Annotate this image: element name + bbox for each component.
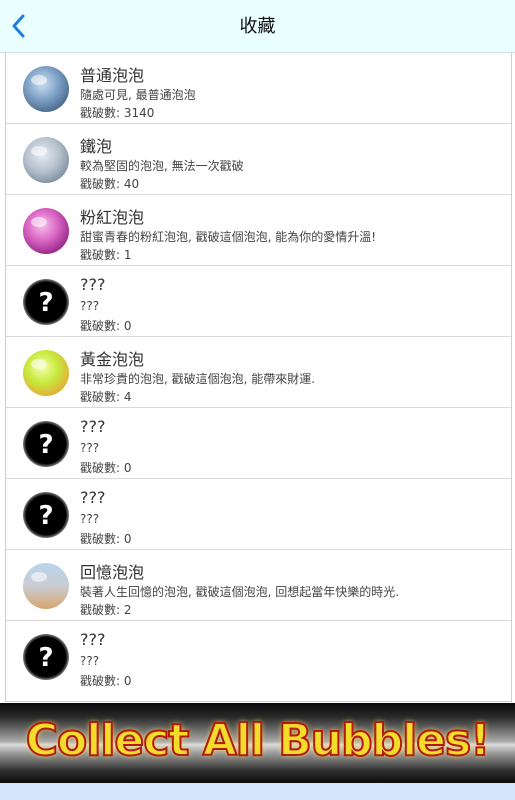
- bubble-description: 較為堅固的泡泡, 無法一次戳破: [80, 159, 244, 173]
- unknown-bubble-icon: ?: [22, 633, 70, 681]
- pop-count: 戳破數: 40: [80, 177, 140, 191]
- bubble-description: ???: [80, 512, 100, 526]
- list-item[interactable]: 粉紅泡泡甜蜜青春的粉紅泡泡, 戳破這個泡泡, 能為你的愛情升溫! 戳破數: 1: [6, 195, 511, 266]
- list-item[interactable]: ??????? 戳破數: 0: [6, 479, 511, 550]
- bubble-description: 甜蜜青春的粉紅泡泡, 戳破這個泡泡, 能為你的愛情升溫!: [80, 230, 377, 244]
- memory-bubble-icon: [22, 562, 70, 610]
- bubble-name: 普通泡泡: [80, 66, 145, 85]
- bubble-name: ???: [80, 417, 106, 436]
- page-title: 收藏: [239, 16, 276, 37]
- collection-list[interactable]: 普通泡泡 隨處可見, 最普通泡泡 戳破數: 3140 鐵泡 較為堅固的泡泡, 無法一次戳…: [5, 53, 512, 702]
- bubble-name: ???: [80, 630, 106, 649]
- pink-bubble-icon: [22, 207, 70, 255]
- bubble-name: 黃金泡泡: [80, 350, 145, 369]
- list-item[interactable]: ??????? 戳破數: 0: [6, 266, 511, 337]
- pop-count: 戳破數: 3140: [80, 106, 155, 120]
- question-mark-glyph: ?: [38, 430, 53, 460]
- pop-count: 戳破數: 0: [80, 532, 132, 546]
- pop-count: 戳破數: 0: [80, 319, 132, 333]
- banner-text: Collect All Bubbles!: [25, 714, 492, 767]
- golden-bubble-icon: [22, 349, 70, 397]
- pop-count: 戳破數: 2: [80, 603, 132, 617]
- list-item[interactable]: 鐵泡較為堅固的泡泡, 無法一次戳破 戳破數: 40: [6, 124, 511, 195]
- bubble-name: ???: [80, 275, 106, 294]
- pop-count: 戳破數: 0: [80, 461, 132, 475]
- list-item[interactable]: 普通泡泡隨處可見, 最普通泡泡 戳破數: 3140: [6, 53, 511, 124]
- ad-banner[interactable]: Collect All Bubbles!: [0, 703, 515, 783]
- list-item[interactable]: 黃金泡泡非常珍貴的泡泡, 戳破這個泡泡, 能帶來財運. 戳破數: 4: [6, 337, 511, 408]
- bubble-name: 鐵泡: [80, 137, 113, 156]
- bubble-description: ???: [80, 654, 100, 668]
- list-item[interactable]: 回憶泡泡裝著人生回憶的泡泡, 戳破這個泡泡, 回想起當年快樂的時光. 戳破數: 2: [6, 550, 511, 621]
- unknown-bubble-icon: ?: [22, 491, 70, 539]
- iron-bubble-icon: [22, 136, 70, 184]
- blue-bubble-icon: [22, 65, 70, 113]
- pop-count: 戳破數: 1: [80, 248, 132, 262]
- unknown-bubble-icon: ?: [22, 278, 70, 326]
- pop-count: 戳破數: 0: [80, 674, 132, 688]
- bubble-name: 回憶泡泡: [80, 563, 145, 582]
- bubble-name: 粉紅泡泡: [80, 208, 145, 227]
- question-mark-glyph: ?: [38, 288, 53, 318]
- unknown-bubble-icon: ?: [22, 420, 70, 468]
- bubble-description: ???: [80, 441, 100, 455]
- bubble-description: 非常珍貴的泡泡, 戳破這個泡泡, 能帶來財運.: [80, 372, 316, 386]
- list-item[interactable]: ??????? 戳破數: 0: [6, 621, 511, 694]
- pop-count: 戳破數: 4: [80, 390, 132, 404]
- bubble-description: ???: [80, 299, 100, 313]
- question-mark-glyph: ?: [38, 643, 53, 673]
- bottom-strip: [0, 783, 515, 800]
- list-item[interactable]: ??????? 戳破數: 0: [6, 408, 511, 479]
- bubble-description: 隨處可見, 最普通泡泡: [80, 88, 196, 102]
- header-bar: 收藏: [0, 0, 515, 53]
- bubble-description: 裝著人生回憶的泡泡, 戳破這個泡泡, 回想起當年快樂的時光.: [80, 585, 400, 599]
- bubble-name: ???: [80, 488, 106, 507]
- question-mark-glyph: ?: [38, 501, 53, 531]
